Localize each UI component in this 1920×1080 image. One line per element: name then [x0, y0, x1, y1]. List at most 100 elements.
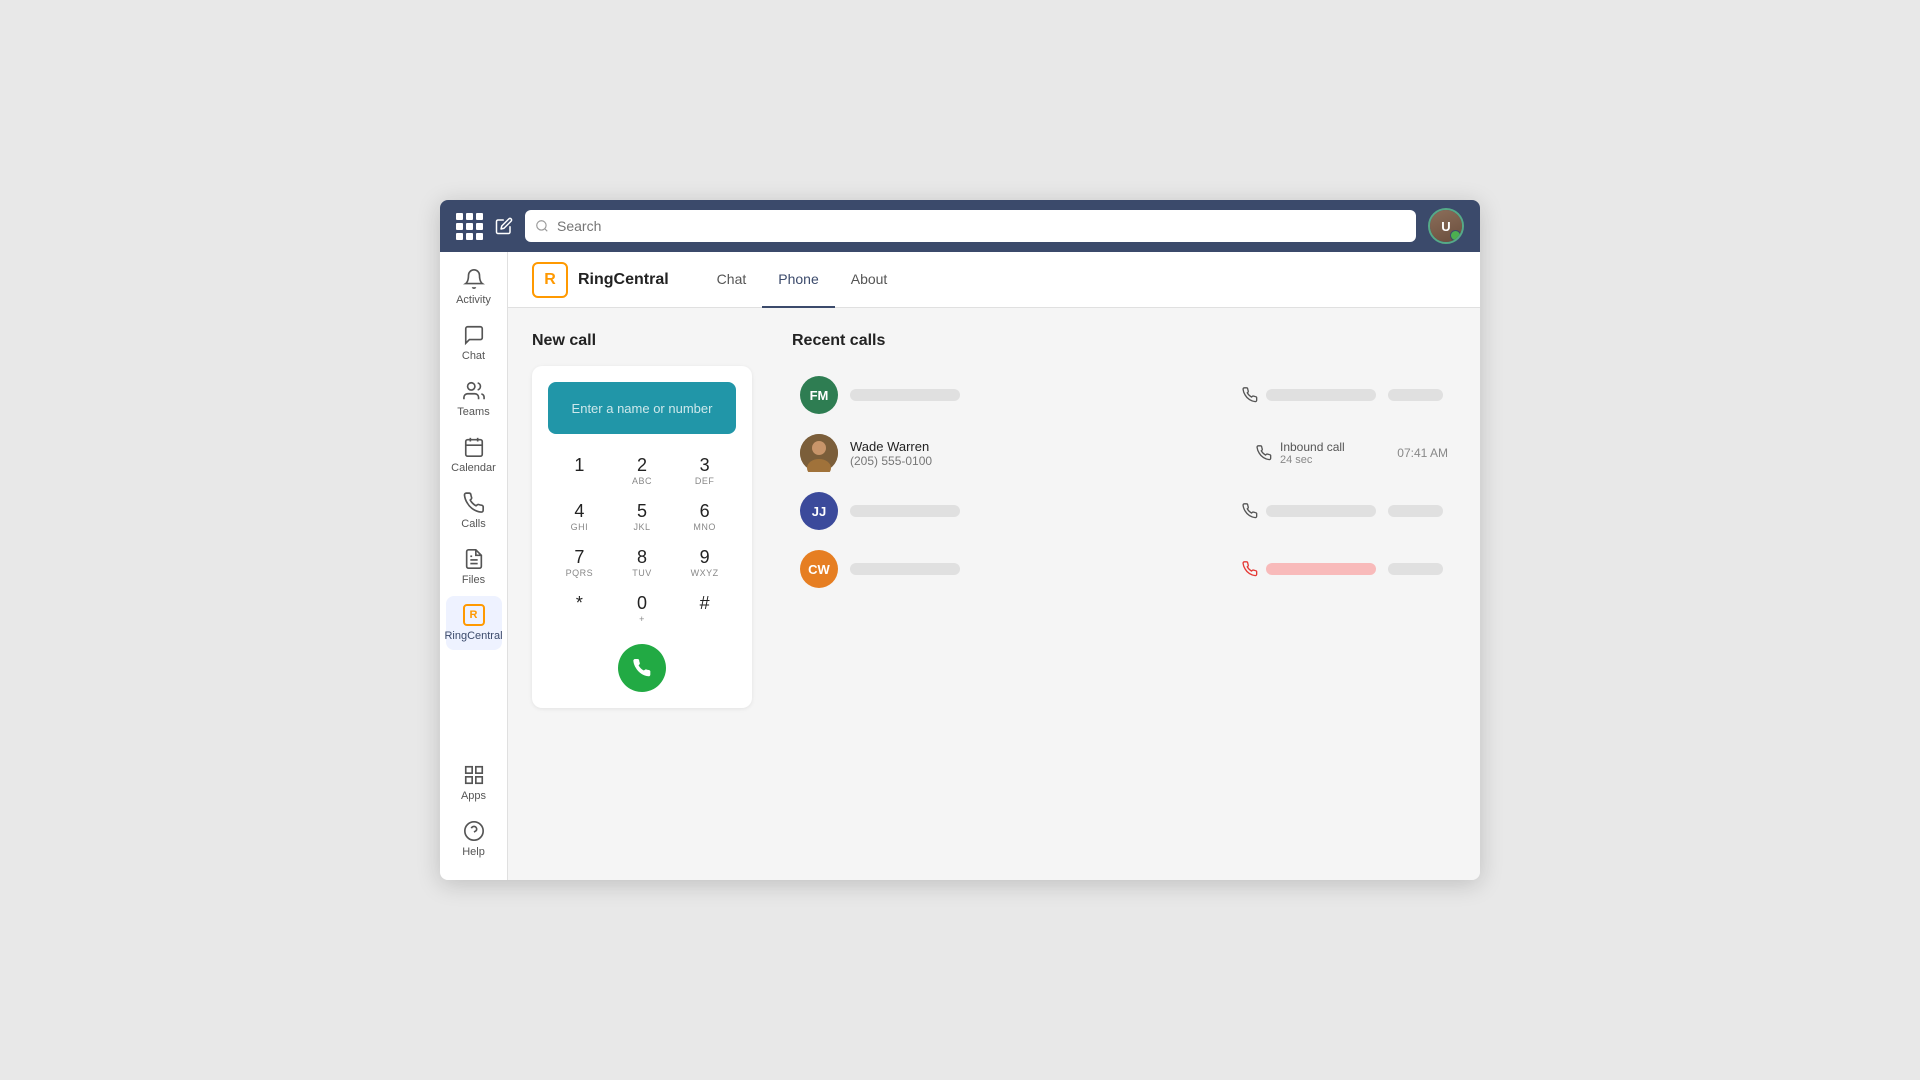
- missed-call-icon: [1242, 561, 1258, 577]
- sidebar-item-help[interactable]: Help: [446, 812, 502, 866]
- search-icon: [535, 219, 549, 233]
- dialpad-grid: 1 2ABC 3DEF 4GHI 5JKL 6MNO 7PQRS 8TUV 9W…: [548, 448, 736, 632]
- sidebar-item-ringcentral[interactable]: R RingCentral: [446, 596, 502, 650]
- sidebar-item-files[interactable]: Files: [446, 540, 502, 594]
- avatar: CW: [800, 550, 838, 588]
- new-call-title: New call: [532, 332, 752, 350]
- call-type: [1242, 387, 1376, 403]
- call-row[interactable]: Wade Warren (205) 555-0100 Inbound call …: [792, 424, 1456, 482]
- dial-key-8[interactable]: 8TUV: [611, 540, 674, 586]
- sidebar-bottom: Apps Help: [440, 756, 507, 880]
- sidebar-item-apps[interactable]: Apps: [446, 756, 502, 810]
- call-row[interactable]: JJ: [792, 482, 1456, 540]
- dial-key-star[interactable]: *: [548, 586, 611, 632]
- tab-chat-label: Chat: [717, 271, 747, 287]
- dial-key-7[interactable]: 7PQRS: [548, 540, 611, 586]
- app-name-label: RingCentral: [578, 271, 669, 289]
- call-row[interactable]: CW: [792, 540, 1456, 598]
- call-info: [850, 389, 1230, 401]
- name-skeleton: [850, 563, 960, 575]
- sidebar-label-calls: Calls: [461, 518, 485, 530]
- call-type-skeleton: [1266, 505, 1376, 517]
- sidebar-item-calendar[interactable]: Calendar: [446, 428, 502, 482]
- tab-phone-label: Phone: [778, 271, 818, 287]
- app-logo: R RingCentral: [532, 262, 669, 298]
- search-input[interactable]: [557, 218, 1406, 234]
- name-skeleton: [850, 389, 960, 401]
- compose-button[interactable]: [495, 217, 513, 235]
- call-info: Wade Warren (205) 555-0100: [850, 439, 1244, 468]
- phone-icon: [632, 658, 652, 678]
- help-icon: [463, 820, 485, 842]
- sidebar-item-calls[interactable]: Calls: [446, 484, 502, 538]
- inbound-label: Inbound call: [1280, 440, 1345, 454]
- app-header: R RingCentral Chat Phone About: [508, 252, 1480, 308]
- app-window: U Activity Chat: [440, 200, 1480, 880]
- dial-num-3: 3: [700, 456, 710, 474]
- recent-calls-title: Recent calls: [792, 332, 1456, 350]
- dial-num-6: 6: [700, 502, 710, 520]
- dial-num-4: 4: [574, 502, 584, 520]
- tab-chat[interactable]: Chat: [701, 252, 763, 308]
- dial-num-7: 7: [574, 548, 584, 566]
- recent-calls-section: Recent calls FM: [792, 332, 1456, 856]
- avatar: [800, 434, 838, 472]
- call-type-skeleton-missed: [1266, 563, 1376, 575]
- dial-num-star: *: [576, 594, 583, 612]
- dial-key-9[interactable]: 9WXYZ: [673, 540, 736, 586]
- call-type-skeleton: [1266, 389, 1376, 401]
- logo-square: R: [532, 262, 568, 298]
- sidebar-item-teams[interactable]: Teams: [446, 372, 502, 426]
- time-skeleton: [1388, 505, 1443, 517]
- dial-key-hash[interactable]: #: [673, 586, 736, 632]
- sidebar-label-files: Files: [462, 574, 485, 586]
- sidebar-item-chat[interactable]: Chat: [446, 316, 502, 370]
- sidebar-label-ringcentral: RingCentral: [444, 630, 502, 642]
- inbound-call-icon: [1256, 445, 1272, 461]
- calls-icon: [463, 492, 485, 514]
- body-content: New call Enter a name or number 1 2ABC 3…: [508, 308, 1480, 880]
- dial-key-6[interactable]: 6MNO: [673, 494, 736, 540]
- dial-key-0[interactable]: 0+: [611, 586, 674, 632]
- dial-key-1[interactable]: 1: [548, 448, 611, 494]
- sidebar-label-teams: Teams: [457, 406, 489, 418]
- call-type-label: Inbound call 24 sec: [1280, 440, 1345, 466]
- dial-num-0: 0: [637, 594, 647, 612]
- activity-icon: [463, 268, 485, 290]
- top-bar: U: [440, 200, 1480, 252]
- user-avatar[interactable]: U: [1428, 208, 1464, 244]
- call-button[interactable]: [618, 644, 666, 692]
- tab-about-label: About: [851, 271, 888, 287]
- grid-menu-icon[interactable]: [456, 213, 483, 240]
- logo-letter: R: [544, 271, 556, 289]
- dial-num-2: 2: [637, 456, 647, 474]
- call-type: Inbound call 24 sec: [1256, 440, 1376, 466]
- dialpad-container: Enter a name or number 1 2ABC 3DEF 4GHI …: [532, 366, 752, 708]
- dial-num-1: 1: [574, 456, 584, 474]
- call-type: [1242, 503, 1376, 519]
- name-skeleton: [850, 505, 960, 517]
- call-row[interactable]: FM: [792, 366, 1456, 424]
- dial-num-hash: #: [700, 594, 710, 612]
- dial-num-5: 5: [637, 502, 647, 520]
- contact-number: (205) 555-0100: [850, 454, 1244, 468]
- search-bar[interactable]: [525, 210, 1416, 242]
- dial-key-4[interactable]: 4GHI: [548, 494, 611, 540]
- content-area: R RingCentral Chat Phone About: [508, 252, 1480, 880]
- ringcentral-logo-small: R: [463, 604, 485, 626]
- calendar-icon: [463, 436, 485, 458]
- contact-photo: [800, 434, 838, 472]
- sidebar-item-activity[interactable]: Activity: [446, 260, 502, 314]
- call-time: [1388, 563, 1448, 575]
- tab-phone[interactable]: Phone: [762, 252, 834, 308]
- call-time: 07:41 AM: [1388, 446, 1448, 460]
- dial-key-3[interactable]: 3DEF: [673, 448, 736, 494]
- contact-name: Wade Warren: [850, 439, 1244, 454]
- teams-icon: [463, 380, 485, 402]
- main-area: Activity Chat Teams: [440, 252, 1480, 880]
- dial-key-5[interactable]: 5JKL: [611, 494, 674, 540]
- dialpad-input[interactable]: Enter a name or number: [548, 382, 736, 434]
- tab-about[interactable]: About: [835, 252, 904, 308]
- dial-key-2[interactable]: 2ABC: [611, 448, 674, 494]
- sidebar-label-apps: Apps: [461, 790, 486, 802]
